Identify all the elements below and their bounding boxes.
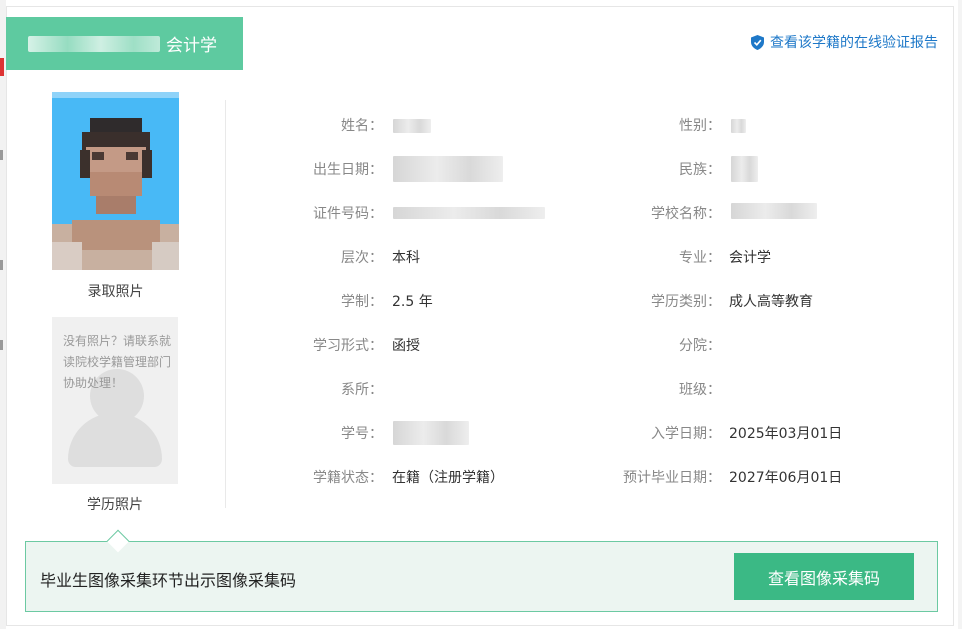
- enrollment-date-value: 2025年03月01日: [729, 426, 843, 442]
- record-major-title: 会计学: [166, 36, 217, 56]
- birth-date-label-cell: 出生日期：: [250, 160, 383, 180]
- major-value-cell: 会计学: [729, 248, 909, 268]
- status-value: 在籍（注册学籍）: [392, 470, 504, 486]
- status-label-cell: 学籍状态：: [250, 468, 383, 488]
- expected-graduation-value: 2027年06月01日: [729, 470, 843, 486]
- redacted-id-number: [393, 207, 545, 219]
- enrollment-date-label: 入学日期：: [651, 426, 721, 442]
- edge-tick: [0, 150, 3, 160]
- redacted-student-id: [393, 421, 469, 445]
- gender-label-cell: 性别：: [580, 116, 721, 136]
- edge-marker: [0, 58, 4, 76]
- level-label-cell: 层次：: [250, 248, 383, 268]
- enrollment-date-label-cell: 入学日期：: [580, 424, 721, 444]
- ethnicity-label-cell: 民族：: [580, 160, 721, 180]
- duration-label-cell: 学制：: [250, 292, 383, 312]
- duration-label: 学制：: [341, 294, 383, 310]
- expected-graduation-label: 预计毕业日期：: [623, 470, 721, 486]
- major-label-cell: 专业：: [580, 248, 721, 268]
- study-form-value: 函授: [392, 338, 420, 354]
- status-value-cell: 在籍（注册学籍）: [392, 468, 572, 488]
- enrollment-date-value-cell: 2025年03月01日: [729, 424, 909, 444]
- right-page-edge: [958, 0, 962, 629]
- redacted-gender: [731, 119, 746, 133]
- education-type-value-cell: 成人高等教育: [729, 292, 909, 312]
- name-label: 姓名：: [341, 118, 383, 134]
- edge-tick: [0, 260, 3, 270]
- study-form-label: 学习形式：: [313, 338, 383, 354]
- admission-photo-caption: 录取照片: [87, 284, 144, 300]
- level-value-cell: 本科: [392, 248, 542, 268]
- notice-text: 毕业生图像采集环节出示图像采集码: [40, 571, 297, 590]
- redacted-ethnicity: [731, 156, 758, 182]
- admission-photo: [52, 92, 179, 270]
- level-label: 层次：: [341, 250, 383, 266]
- vertical-divider: [225, 100, 226, 508]
- student-id-label-cell: 学号：: [250, 424, 383, 444]
- education-type-label: 学历类别：: [651, 294, 721, 310]
- duration-value-cell: 2.5 年: [392, 292, 542, 312]
- school-name-label: 学校名称：: [651, 206, 721, 222]
- expected-graduation-value-cell: 2027年06月01日: [729, 468, 909, 488]
- duration-value: 2.5 年: [392, 294, 433, 310]
- education-type-value: 成人高等教育: [729, 294, 813, 310]
- education-photo-placeholder: 没有照片？请联系就读院校学籍管理部门协助处理！: [52, 317, 178, 484]
- major-label: 专业：: [679, 250, 721, 266]
- redacted-school-name-field: [731, 203, 817, 219]
- id-number-label: 证件号码：: [313, 206, 383, 222]
- branch-label: 分院：: [679, 338, 721, 354]
- major-value: 会计学: [729, 250, 771, 266]
- branch-label-cell: 分院：: [580, 336, 721, 356]
- student-id-label: 学号：: [341, 426, 383, 442]
- name-label-cell: 姓名：: [250, 116, 383, 136]
- verification-link-label: 查看该学籍的在线验证报告: [770, 35, 938, 51]
- status-label: 学籍状态：: [313, 470, 383, 486]
- department-label-cell: 系所：: [250, 380, 383, 400]
- edge-tick: [0, 340, 3, 350]
- gender-label: 性别：: [679, 118, 721, 134]
- study-form-label-cell: 学习形式：: [250, 336, 383, 356]
- no-photo-message: 没有照片？请联系就读院校学籍管理部门协助处理！: [63, 334, 172, 390]
- school-name-label-cell: 学校名称：: [580, 204, 721, 224]
- study-form-value-cell: 函授: [392, 336, 542, 356]
- birth-date-label: 出生日期：: [313, 162, 383, 178]
- education-photo-caption: 学历照片: [87, 497, 143, 513]
- id-number-label-cell: 证件号码：: [250, 204, 383, 224]
- expected-graduation-label-cell: 预计毕业日期：: [560, 468, 721, 488]
- department-label: 系所：: [341, 382, 383, 398]
- redacted-school-name: [28, 35, 160, 52]
- education-type-label-cell: 学历类别：: [580, 292, 721, 312]
- redacted-birth-date: [393, 156, 503, 182]
- class-label: 班级：: [679, 382, 721, 398]
- redacted-name: [393, 119, 431, 133]
- shield-check-icon: [751, 34, 764, 50]
- record-title-badge: 会计学: [6, 17, 243, 70]
- view-image-collection-code-button[interactable]: 查看图像采集码: [734, 553, 914, 600]
- class-label-cell: 班级：: [580, 380, 721, 400]
- avatar-placeholder-body: [68, 413, 162, 467]
- level-value: 本科: [392, 250, 420, 266]
- online-verification-link[interactable]: 查看该学籍的在线验证报告: [751, 32, 938, 52]
- ethnicity-label: 民族：: [679, 162, 721, 178]
